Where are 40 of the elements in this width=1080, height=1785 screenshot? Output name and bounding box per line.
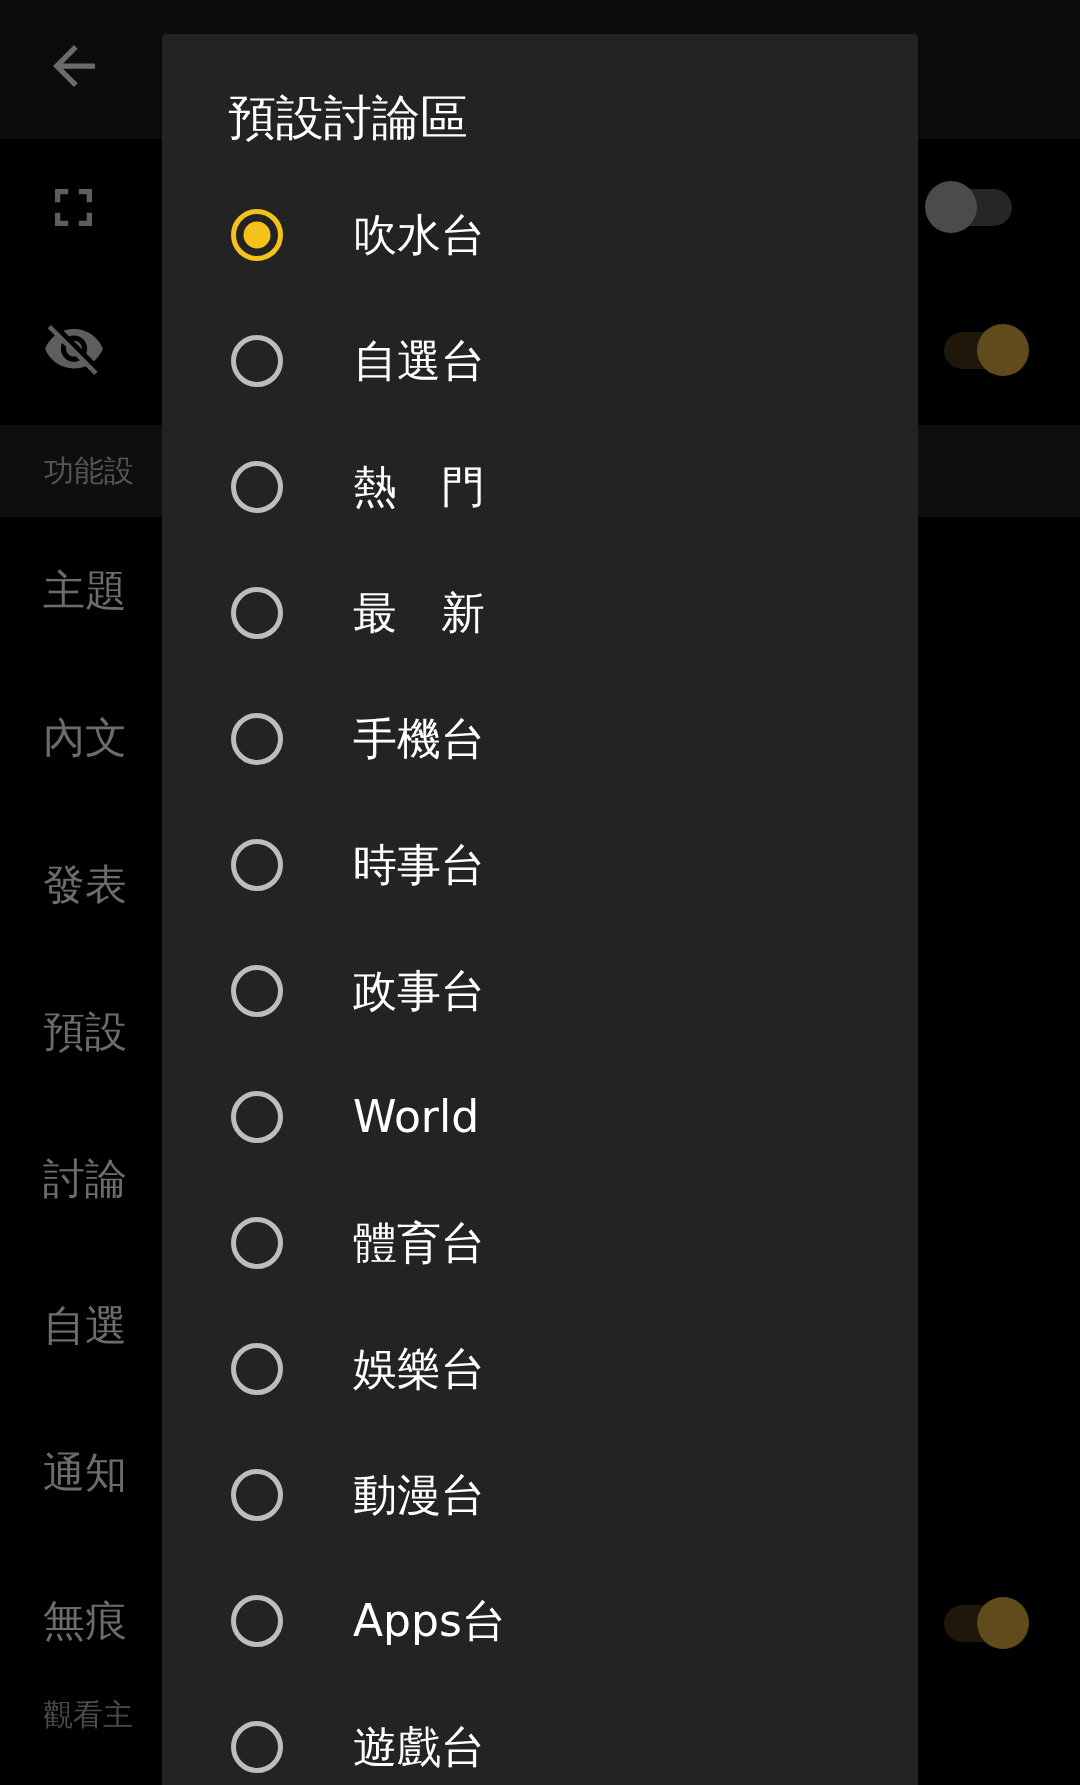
radio-button[interactable] <box>231 1217 283 1269</box>
radio-button[interactable] <box>231 1721 283 1773</box>
option-label[interactable]: 熱 門 <box>353 461 485 513</box>
setting-item[interactable]: 通知 <box>43 1447 127 1498</box>
option-label[interactable]: 吹水台 <box>353 209 485 261</box>
radio-button[interactable] <box>231 461 283 513</box>
option-label[interactable]: World <box>353 1091 480 1143</box>
setting-item[interactable]: 主題 <box>43 565 127 616</box>
setting-item[interactable]: 內文 <box>43 712 127 763</box>
dialog-title: 預設討論區 <box>228 89 468 145</box>
radio-button[interactable] <box>231 1343 283 1395</box>
section-title: 功能設 <box>44 453 134 489</box>
option-label[interactable]: 自選台 <box>353 335 485 387</box>
option-label[interactable]: Apps台 <box>353 1595 506 1647</box>
radio-button[interactable] <box>231 965 283 1017</box>
radio-button[interactable] <box>231 1595 283 1647</box>
radio-button[interactable] <box>231 1469 283 1521</box>
setting-item[interactable]: 預設 <box>43 1006 127 1057</box>
radio-button[interactable] <box>231 209 283 261</box>
radio-button[interactable] <box>231 1091 283 1143</box>
radio-button[interactable] <box>231 587 283 639</box>
radio-button[interactable] <box>231 713 283 765</box>
option-label[interactable]: 政事台 <box>353 965 485 1017</box>
option-label[interactable]: 手機台 <box>353 713 485 765</box>
setting-item[interactable]: 無痕 <box>43 1596 127 1646</box>
setting-item[interactable]: 發表 <box>43 859 127 910</box>
option-label[interactable]: 動漫台 <box>353 1469 485 1521</box>
radio-button[interactable] <box>231 839 283 891</box>
setting-description: 觀看主 <box>43 1697 133 1733</box>
fullscreen-icon <box>55 188 92 226</box>
option-label[interactable]: 遊戲台 <box>353 1721 485 1773</box>
option-label[interactable]: 最 新 <box>353 587 485 639</box>
option-label[interactable]: 娛樂台 <box>353 1343 485 1395</box>
option-label[interactable]: 體育台 <box>353 1217 485 1269</box>
option-label[interactable]: 時事台 <box>353 839 485 891</box>
radio-button[interactable] <box>231 335 283 387</box>
eye-slashed-icon <box>45 325 103 375</box>
setting-item[interactable]: 討論 <box>43 1153 127 1204</box>
back-arrow-icon[interactable] <box>53 45 95 87</box>
setting-item[interactable]: 自選 <box>43 1300 127 1351</box>
